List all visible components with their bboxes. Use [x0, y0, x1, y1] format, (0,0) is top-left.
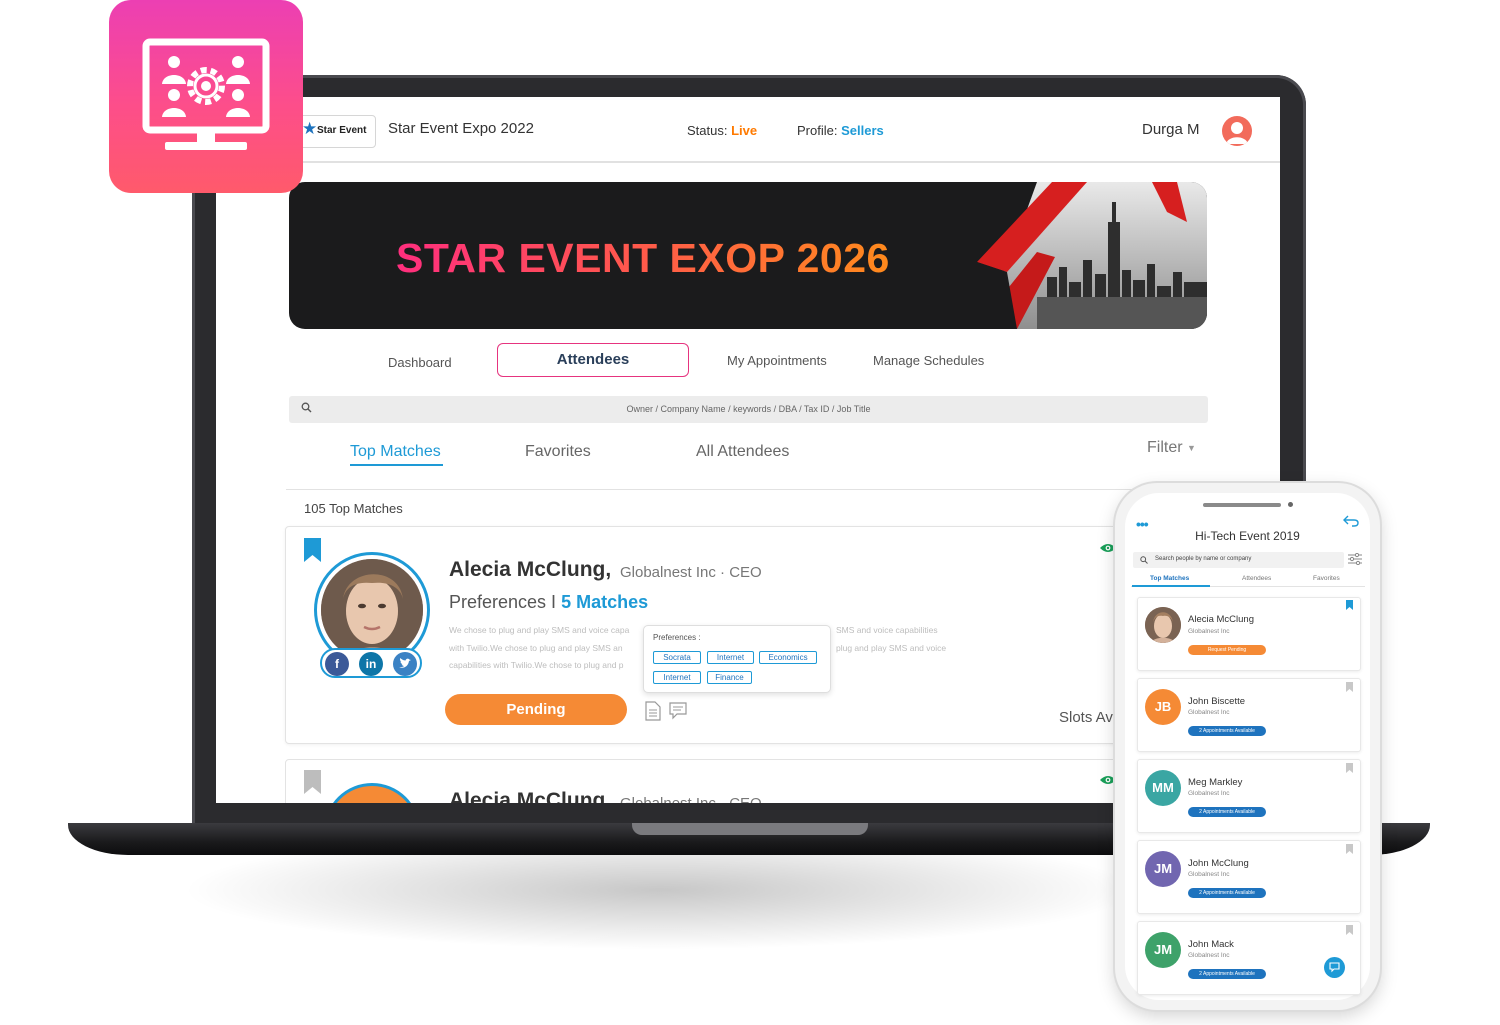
status-badge: 2 Appointments Available	[1188, 969, 1266, 979]
app-badge	[109, 0, 303, 193]
bookmark-icon[interactable]	[1346, 763, 1353, 773]
person-company: Globalnest Inc	[1188, 871, 1230, 878]
filter-label: Filter	[1147, 439, 1183, 456]
person-company: Globalnest Inc	[1188, 709, 1230, 716]
avatar: JB	[1145, 689, 1181, 725]
filter-dropdown[interactable]: Filter ▼	[1147, 439, 1196, 457]
chat-icon[interactable]	[669, 702, 687, 720]
bookmark-icon[interactable]	[304, 770, 321, 794]
star-logo-icon: ★	[302, 119, 318, 138]
chat-bubble-button[interactable]	[1324, 957, 1345, 978]
linkedin-icon[interactable]: in	[359, 652, 383, 676]
document-icon[interactable]	[645, 701, 661, 721]
eye-icon[interactable]	[1100, 543, 1116, 553]
facebook-icon[interactable]: f	[325, 652, 349, 676]
logo-text: Star Event	[317, 125, 367, 136]
preferences-label: Preferences I	[449, 592, 557, 612]
preference-chip[interactable]: Internet	[653, 671, 701, 684]
phone-tab-top-matches[interactable]: Top Matches	[1150, 575, 1189, 582]
chat-icon	[1329, 962, 1340, 973]
nav-dashboard[interactable]: Dashboard	[388, 355, 452, 370]
person-company: Globalnest Inc	[1188, 790, 1230, 797]
pending-button[interactable]: Pending	[445, 694, 627, 725]
bookmark-icon[interactable]	[1346, 844, 1353, 854]
tab-top-matches[interactable]: Top Matches	[350, 443, 441, 461]
profile-value: Sellers	[841, 123, 884, 138]
avatar-photo	[321, 559, 423, 661]
user-avatar-icon[interactable]	[1222, 116, 1252, 146]
popover-title: Preferences :	[653, 633, 701, 642]
bookmark-icon[interactable]	[304, 538, 321, 562]
status-badge: 2 Appointments Available	[1188, 807, 1266, 817]
avatar: JM	[1145, 932, 1181, 968]
person-name: Meg Markley	[1188, 777, 1243, 788]
phone-tab-favorites[interactable]: Favorites	[1313, 575, 1340, 582]
avatar: JM	[1145, 851, 1181, 887]
person-name: John Biscette	[1188, 696, 1246, 707]
nav-attendees[interactable]: Attendees	[497, 343, 689, 377]
phone-camera	[1288, 502, 1293, 507]
search-placeholder: Owner / Company Name / keywords / DBA / …	[626, 404, 871, 414]
person-name: John Mack	[1188, 939, 1234, 950]
sliders-icon[interactable]	[1348, 553, 1362, 565]
nav-manage-schedules[interactable]: Manage Schedules	[873, 353, 984, 368]
desc-line: SMS and voice capabilities	[836, 625, 938, 635]
status-value: Live	[731, 123, 758, 138]
laptop-notch	[632, 823, 868, 835]
attendee-company: Globalnest Inc · CEO	[620, 795, 762, 803]
preference-chip[interactable]: Economics	[759, 651, 817, 664]
preferences-line: Preferences I 5 Matches	[449, 592, 648, 613]
attendee-company: Globalnest Inc · CEO	[620, 564, 762, 581]
banner-title: STAR EVENT EXOP 2026	[396, 235, 890, 281]
bookmark-icon[interactable]	[1346, 925, 1353, 935]
nav-my-appointments[interactable]: My Appointments	[727, 353, 827, 368]
monitor-people-gear-icon	[142, 38, 270, 150]
phone-tab-attendees[interactable]: Attendees	[1242, 575, 1271, 582]
eye-icon[interactable]	[1100, 775, 1116, 785]
desc-line: plug and play SMS and voice	[836, 642, 947, 653]
phone-speaker	[1203, 503, 1281, 507]
person-company: Globalnest Inc	[1188, 952, 1230, 959]
event-banner: STAR EVENT EXOP 2026	[289, 182, 1207, 329]
profile-label: Profile:	[797, 123, 838, 138]
tab-active-indicator	[1132, 585, 1210, 587]
tab-all-attendees[interactable]: All Attendees	[696, 443, 789, 461]
search-input[interactable]: Owner / Company Name / keywords / DBA / …	[289, 396, 1208, 423]
marketing-composition: ★ Star Event Star Event Expo 2022 Status…	[0, 0, 1500, 1025]
back-icon[interactable]	[1343, 515, 1359, 527]
person-company: Globalnest Inc	[1188, 628, 1230, 635]
phone-event-title: Hi-Tech Event 2019	[1195, 529, 1300, 543]
attendee-description-right: SMS and voice capabilities plug and play…	[836, 622, 966, 657]
avatar	[1145, 607, 1181, 643]
event-title: Star Event Expo 2022	[388, 120, 534, 137]
attendee-name[interactable]: Alecia McClung,	[449, 558, 611, 582]
attendee-name[interactable]: Alecia McClung,	[449, 789, 611, 803]
phone-search-placeholder: Search people by name or company	[1155, 556, 1252, 562]
matches-link[interactable]: 5 Matches	[561, 592, 648, 612]
preference-chip[interactable]: Finance	[707, 671, 752, 684]
status-indicator: Status: Live	[687, 123, 757, 138]
chevron-down-icon: ▼	[1187, 442, 1196, 453]
preference-chip[interactable]: Internet	[707, 651, 754, 664]
tab-favorites[interactable]: Favorites	[525, 443, 591, 461]
slots-available: Slots Av	[1059, 709, 1113, 726]
tab-active-indicator	[350, 464, 443, 466]
city-skyline-image	[977, 182, 1207, 329]
profile-indicator: Profile: Sellers	[797, 123, 884, 138]
twitter-icon[interactable]	[393, 652, 417, 676]
person-name: John McClung	[1188, 858, 1249, 869]
match-count: 105 Top Matches	[304, 501, 403, 516]
bookmark-icon[interactable]	[1346, 682, 1353, 692]
status-badge: 2 Appointments Available	[1188, 726, 1266, 736]
status-badge: 2 Appointments Available	[1188, 888, 1266, 898]
user-name[interactable]: Durga M	[1142, 121, 1200, 138]
bookmark-icon[interactable]	[1346, 600, 1353, 610]
avatar: MM	[1145, 770, 1181, 806]
divider	[286, 489, 1280, 490]
search-icon	[1140, 556, 1148, 564]
status-label: Status:	[687, 123, 728, 138]
person-name: Alecia McClung	[1188, 614, 1254, 625]
preference-chip[interactable]: Socrata	[653, 651, 701, 664]
status-badge: Request Pending	[1188, 645, 1266, 655]
